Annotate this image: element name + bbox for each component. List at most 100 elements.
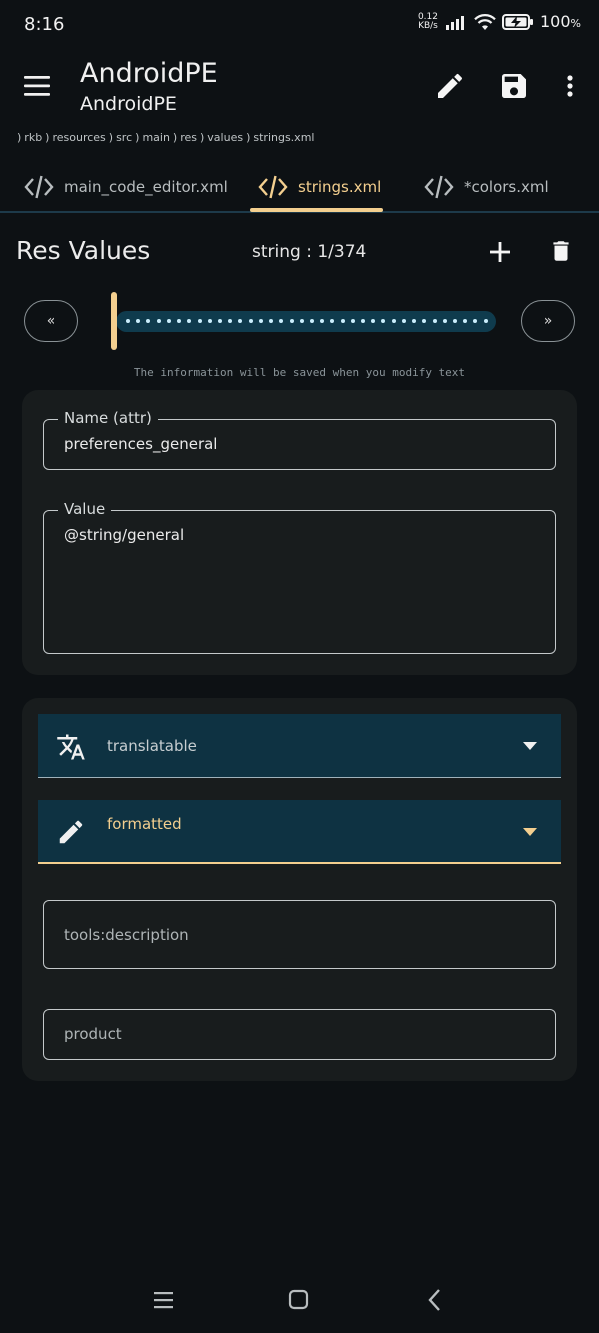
chevron-down-icon — [523, 742, 537, 750]
slider-tick — [422, 319, 427, 323]
slider-tick — [289, 319, 294, 323]
slider-tick — [381, 319, 386, 323]
active-tab-indicator — [250, 208, 383, 212]
slider-tick — [177, 319, 182, 323]
slider-tick — [197, 319, 202, 323]
translatable-dropdown[interactable]: translatable — [38, 714, 561, 778]
slider-tick — [463, 319, 468, 323]
info-note: The information will be saved when you m… — [133, 366, 466, 379]
breadcrumb-item[interactable]: main — [142, 131, 169, 144]
slider-tick — [350, 319, 355, 323]
product-field[interactable]: product — [43, 1009, 556, 1060]
pencil-icon — [438, 73, 463, 98]
next-button[interactable]: » — [521, 300, 575, 342]
slider-tick — [432, 319, 437, 323]
tools-description-field[interactable]: tools:description — [43, 900, 556, 969]
slider-tick — [279, 319, 284, 323]
translate-icon — [57, 734, 85, 760]
name-field[interactable]: Name (attr) preferences_general — [43, 409, 556, 470]
translatable-label: translatable — [107, 737, 197, 755]
formatted-dropdown[interactable]: formatted — [38, 800, 561, 864]
position-slider[interactable] — [116, 311, 496, 332]
tab-label: main_code_editor.xml — [64, 177, 228, 196]
code-icon — [258, 175, 288, 198]
signal-icon — [446, 15, 464, 30]
code-icon — [424, 175, 454, 198]
section-title: Res Values — [16, 236, 151, 265]
slider-tick — [483, 319, 488, 323]
breadcrumb-item[interactable]: values — [207, 131, 243, 144]
battery-percent: 100% — [540, 12, 581, 31]
edit-button[interactable] — [434, 70, 466, 102]
home-button[interactable] — [284, 1286, 314, 1314]
back-button[interactable] — [420, 1286, 450, 1314]
back-icon — [428, 1289, 440, 1311]
slider-tick — [126, 319, 130, 323]
breadcrumb-item[interactable]: rkb — [24, 131, 42, 144]
slider-tick — [340, 319, 345, 323]
slider-tick — [453, 319, 457, 323]
slider-tick — [330, 319, 335, 323]
net-speed-unit: KB/s — [418, 20, 438, 31]
string-editor-card: Name (attr) preferences_general Value @s… — [22, 390, 577, 675]
tab-label: *colors.xml — [464, 177, 549, 196]
tab-strings[interactable]: strings.xml — [258, 160, 381, 213]
save-button[interactable] — [498, 70, 530, 102]
name-field-value[interactable]: preferences_general — [64, 435, 217, 453]
slider-tick — [228, 319, 233, 323]
pencil-icon — [59, 820, 83, 844]
delete-button[interactable] — [548, 237, 574, 265]
home-icon — [288, 1289, 309, 1310]
net-speed: 0.12 KB/s — [418, 12, 438, 31]
app-title: AndroidPE — [80, 58, 218, 89]
slider-tick — [136, 319, 141, 323]
value-field[interactable]: Value @string/general — [43, 500, 556, 654]
previous-button[interactable]: « — [24, 300, 78, 342]
tab-label: strings.xml — [298, 177, 382, 196]
slider-tick — [412, 319, 417, 323]
slider-tick — [361, 319, 366, 323]
breadcrumb-item[interactable]: src — [116, 131, 132, 144]
file-tabs: main_code_editor.xml strings.xml *colors… — [0, 160, 599, 213]
slider-tick — [258, 319, 263, 323]
slider-tick — [238, 319, 243, 323]
slider-tick — [187, 319, 192, 323]
attributes-card: translatable formatted tools:description… — [22, 698, 577, 1081]
slider-tick — [269, 319, 274, 323]
tab-colors[interactable]: *colors.xml — [424, 160, 549, 213]
product-placeholder: product — [64, 1025, 122, 1043]
slider-tick — [391, 319, 396, 323]
value-field-value[interactable]: @string/general — [64, 526, 184, 544]
slider-tick — [156, 319, 161, 323]
breadcrumb-item[interactable]: strings.xml — [253, 131, 314, 144]
name-field-label: Name (attr) — [58, 409, 158, 427]
slider-ticks — [126, 319, 488, 324]
menu-icon — [24, 76, 50, 96]
slider-tick — [371, 319, 376, 323]
chevron-down-icon — [523, 828, 537, 836]
recents-icon — [154, 1292, 173, 1309]
more-options-button[interactable] — [558, 70, 582, 102]
slider-tick — [309, 319, 314, 323]
menu-button[interactable] — [22, 74, 52, 98]
slider-tick — [248, 319, 253, 323]
breadcrumb-item[interactable]: resources — [52, 131, 105, 144]
slider-tick — [320, 319, 325, 323]
slider-tick — [473, 319, 478, 323]
slider-tick — [401, 319, 406, 323]
recent-apps-button[interactable] — [149, 1286, 179, 1314]
add-button[interactable] — [486, 238, 514, 266]
tab-main-code-editor[interactable]: main_code_editor.xml — [24, 160, 228, 213]
app-subtitle: AndroidPE — [80, 93, 177, 115]
code-icon — [24, 175, 54, 198]
slider-tick — [146, 319, 151, 323]
status-icons: 0.12 KB/s 100% — [418, 12, 581, 31]
slider-thumb[interactable] — [111, 292, 117, 350]
breadcrumb: ) rkb ) resources ) src ) main ) res ) values … — [17, 131, 315, 144]
plus-icon — [490, 242, 510, 262]
breadcrumb-item[interactable]: res — [180, 131, 197, 144]
slider-tick — [299, 319, 304, 323]
formatted-label: formatted — [107, 815, 182, 833]
battery-charging-icon — [502, 13, 533, 30]
slider-tick — [207, 319, 212, 323]
